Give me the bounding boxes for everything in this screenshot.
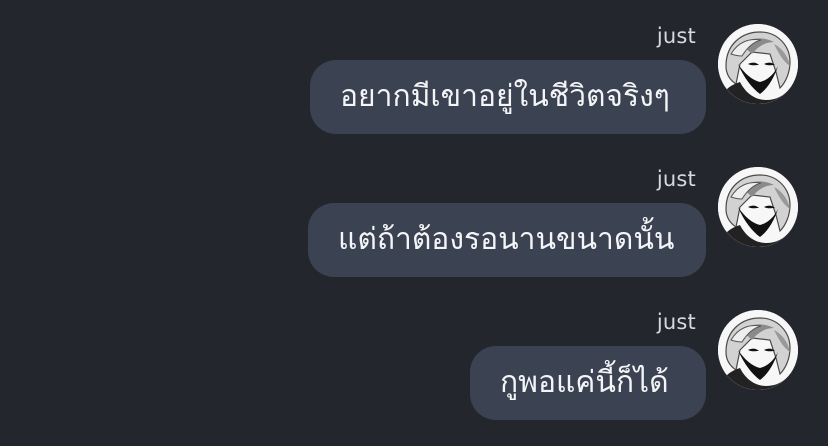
avatar[interactable] [718,24,798,104]
message-text: แต่ถ้าต้องรอนานขนาดนั้น [338,222,675,257]
chat-thread: just อยากมีเขาอยู่ในชีวิตจริงๆ just แต่ถ… [0,0,828,446]
chat-message: just อยากมีเขาอยู่ในชีวิตจริงๆ [0,24,828,136]
sender-name: just [656,167,696,191]
anime-character-avatar-icon [718,24,798,104]
message-text: อยากมีเขาอยู่ในชีวิตจริงๆ [340,79,670,114]
anime-character-avatar-icon [718,167,798,247]
chat-message: just แต่ถ้าต้องรอนานขนาดนั้น [0,167,828,279]
anime-character-avatar-icon [718,310,798,390]
message-text: กูพอแค่นี้ก็ได้ [500,365,669,400]
message-bubble[interactable]: กูพอแค่นี้ก็ได้ [470,346,706,420]
avatar[interactable] [718,167,798,247]
chat-message: just กูพอแค่นี้ก็ได้ [0,310,828,422]
sender-name: just [656,310,696,334]
sender-name: just [656,24,696,48]
message-bubble[interactable]: อยากมีเขาอยู่ในชีวิตจริงๆ [310,60,706,134]
message-bubble[interactable]: แต่ถ้าต้องรอนานขนาดนั้น [308,203,706,277]
avatar[interactable] [718,310,798,390]
